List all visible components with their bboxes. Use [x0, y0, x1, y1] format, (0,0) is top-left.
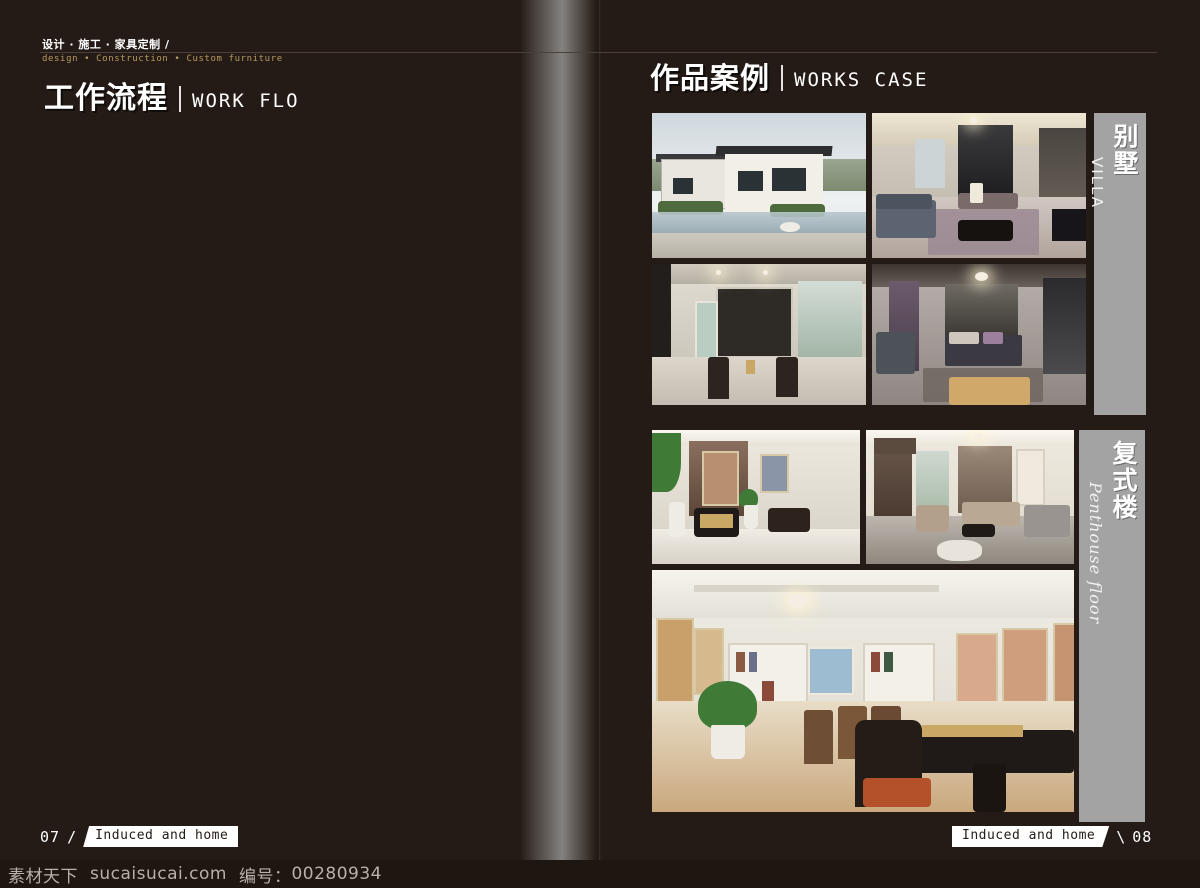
kicker-english: design • Construction • Custom furniture [42, 54, 283, 64]
page-spine-edge [599, 0, 601, 860]
photo-penthouse-dining-library[interactable] [652, 570, 1074, 812]
right-page-title: 作品案例 WORKS CASE [650, 64, 928, 93]
watermark-site-url: sucaisucai.com [90, 864, 227, 884]
watermark-id-value: 00280934 [291, 864, 382, 884]
watermark-bar: 素材天下 sucaisucai.com 编号： 00280934 [0, 860, 1200, 888]
photo-villa-dining-hall[interactable] [652, 264, 866, 405]
right-page-number: 08 [1132, 827, 1153, 846]
left-footer-brand: Induced and home [83, 826, 239, 848]
tab-label-english: VILLA [1088, 157, 1106, 210]
category-tab-villa[interactable]: 别墅 VILLA [1088, 113, 1146, 415]
right-footer-separator: \ [1116, 827, 1126, 846]
right-footer-brand: Induced and home [952, 826, 1109, 847]
header-divider-rule [40, 52, 1157, 53]
kicker-chinese: 设计 · 施工 · 家具定制 / [42, 38, 170, 51]
footer-right: Induced and home \ 08 [952, 826, 1152, 847]
title-divider [179, 86, 181, 112]
watermark-id-label: 编号： [238, 866, 292, 887]
left-title-chinese: 工作流程 [44, 81, 168, 116]
tab-label-chinese: 复式楼 [1109, 440, 1138, 521]
title-divider-right [781, 65, 784, 91]
left-page-number: 07 [40, 827, 61, 846]
right-title-english: WORKS CASE [794, 69, 929, 91]
left-page-title: 工作流程 WORK FLO [44, 84, 300, 114]
right-title-chinese: 作品案例 [650, 61, 771, 95]
watermark-site-chinese: 素材天下 [8, 866, 78, 887]
photo-villa-living-room[interactable] [872, 113, 1086, 258]
photo-penthouse-entry-hall[interactable] [652, 430, 860, 564]
brochure-spread: 设计 · 施工 · 家具定制 / design • Construction •… [0, 0, 1200, 888]
left-title-english: WORK FLO [192, 90, 300, 112]
footer-left: 07 / Induced and home [40, 826, 239, 848]
left-footer-separator: / [67, 827, 77, 846]
tab-label-english: Penthouse floor [1086, 482, 1105, 625]
category-tab-penthouse[interactable]: 复式楼 Penthouse floor [1079, 430, 1145, 822]
photo-villa-master-bedroom[interactable] [872, 264, 1086, 405]
page-spine-gradient [520, 0, 601, 860]
photo-villa-exterior[interactable] [652, 113, 866, 258]
photo-penthouse-sitting-room[interactable] [866, 430, 1074, 564]
tab-label-chinese: 别墅 [1110, 123, 1139, 177]
